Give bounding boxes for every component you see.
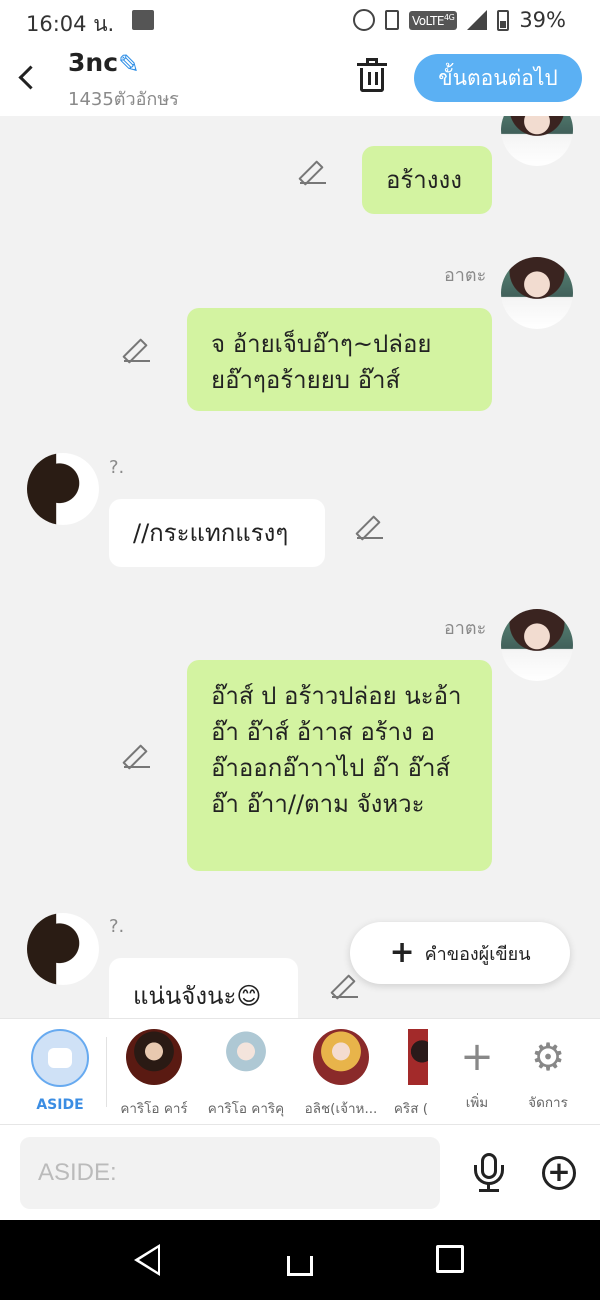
- author-note-label: คำของผู้เขียน: [424, 943, 531, 965]
- status-time: 16:04 น.: [26, 12, 115, 36]
- vibrate-icon: [384, 10, 399, 30]
- character-avatar: [126, 1029, 182, 1085]
- message-bubble[interactable]: แน่นจังนะ😊: [109, 958, 298, 1018]
- edit-message-pencil-icon[interactable]: [124, 336, 150, 362]
- nav-recents-icon[interactable]: [436, 1245, 464, 1273]
- author-note-button[interactable]: + คำของผู้เขียน: [350, 922, 570, 984]
- character-avatar: [313, 1029, 369, 1085]
- avatar-left[interactable]: [27, 913, 99, 985]
- add-circle-icon[interactable]: +: [542, 1156, 576, 1190]
- avatar-right[interactable]: [501, 257, 573, 329]
- avatar-right[interactable]: [501, 609, 573, 681]
- battery-percent: 39%: [519, 8, 566, 32]
- message-bubble[interactable]: อ๊าส์ ป อร้าวปล่อย นะอ้า อ๊า อ๊าส์ อ้าาส…: [187, 660, 492, 871]
- character-item[interactable]: คาริโอ คาริคุ: [201, 1029, 291, 1119]
- character-count: 1435ตัวอักษร: [68, 89, 179, 110]
- trash-icon[interactable]: [356, 58, 390, 96]
- plus-icon: +: [389, 935, 415, 970]
- character-item[interactable]: คาริโอ คาร์: [109, 1029, 199, 1119]
- microphone-icon[interactable]: [472, 1153, 506, 1193]
- sender-name: อาตะ: [444, 618, 487, 639]
- message-input[interactable]: ASIDE:: [20, 1137, 440, 1209]
- volte-icon: VoLTE4G: [408, 10, 458, 30]
- character-label: คาริโอ คาริคุ: [207, 1101, 285, 1117]
- nav-back-icon[interactable]: [134, 1244, 160, 1276]
- character-avatar: [408, 1029, 428, 1085]
- character-avatar: [218, 1029, 274, 1085]
- top-bar: 3nc ✎ 1435ตัวอักษร ขั้นตอนต่อไป: [0, 42, 600, 116]
- sender-name: ?.: [109, 457, 125, 478]
- status-icons: VoLTE4G 39%: [352, 8, 566, 32]
- character-aside[interactable]: ASIDE: [15, 1029, 105, 1113]
- next-step-button[interactable]: ขั้นตอนต่อไป: [414, 54, 582, 102]
- character-item[interactable]: อลิช(เจ้าห...: [296, 1029, 386, 1119]
- edit-message-pencil-icon[interactable]: [332, 972, 358, 998]
- character-item[interactable]: คริส (: [380, 1029, 428, 1119]
- sender-name: อาตะ: [444, 265, 487, 286]
- message-bubble[interactable]: อร้างงง: [362, 146, 492, 214]
- sender-name: ?.: [109, 916, 125, 937]
- character-label: คาริโอ คาร์: [120, 1101, 188, 1117]
- chat-area[interactable]: อร้างงง อาตะ จ อ้ายเจ็บอ๊าๆ~ปล่อย ยอ๊าๆอ…: [0, 116, 600, 1018]
- gear-icon: ⚙: [530, 1035, 566, 1079]
- signal-icon: [467, 10, 488, 30]
- story-title[interactable]: 3nc: [68, 48, 118, 77]
- character-label: ASIDE: [36, 1097, 84, 1113]
- avatar-right[interactable]: [501, 116, 573, 166]
- alarm-icon: [352, 9, 375, 31]
- system-nav-bar: [0, 1220, 600, 1300]
- edit-message-pencil-icon[interactable]: [124, 742, 150, 768]
- avatar-left[interactable]: [27, 453, 99, 525]
- nav-home-icon[interactable]: [284, 1242, 316, 1276]
- edit-message-pencil-icon[interactable]: [300, 158, 326, 184]
- character-label: อลิช(เจ้าห...: [304, 1101, 378, 1117]
- edit-title-pencil-icon[interactable]: ✎: [118, 50, 140, 80]
- manage-characters-button[interactable]: ⚙ จัดการ: [503, 1029, 593, 1113]
- divider: [106, 1037, 107, 1107]
- status-bar: 16:04 น. VoLTE4G 39%: [0, 0, 600, 42]
- battery-icon: [497, 9, 510, 31]
- input-bar: ASIDE: +: [0, 1124, 600, 1220]
- character-selector: ASIDE คาริโอ คาร์ คาริโอ คาริคุ อลิช(เจ้…: [0, 1018, 600, 1124]
- edit-message-pencil-icon[interactable]: [357, 513, 383, 539]
- message-bubble[interactable]: จ อ้ายเจ็บอ๊าๆ~ปล่อย ยอ๊าๆอร้ายยบ อ๊าส์: [187, 308, 492, 411]
- manage-label: จัดการ: [528, 1095, 568, 1111]
- image-notification-icon: [132, 10, 154, 30]
- message-bubble[interactable]: //กระแทกแรงๆ: [109, 499, 325, 567]
- back-arrow-icon[interactable]: [16, 58, 38, 94]
- aside-chat-icon: [31, 1029, 89, 1087]
- character-label: คริส (: [393, 1101, 428, 1117]
